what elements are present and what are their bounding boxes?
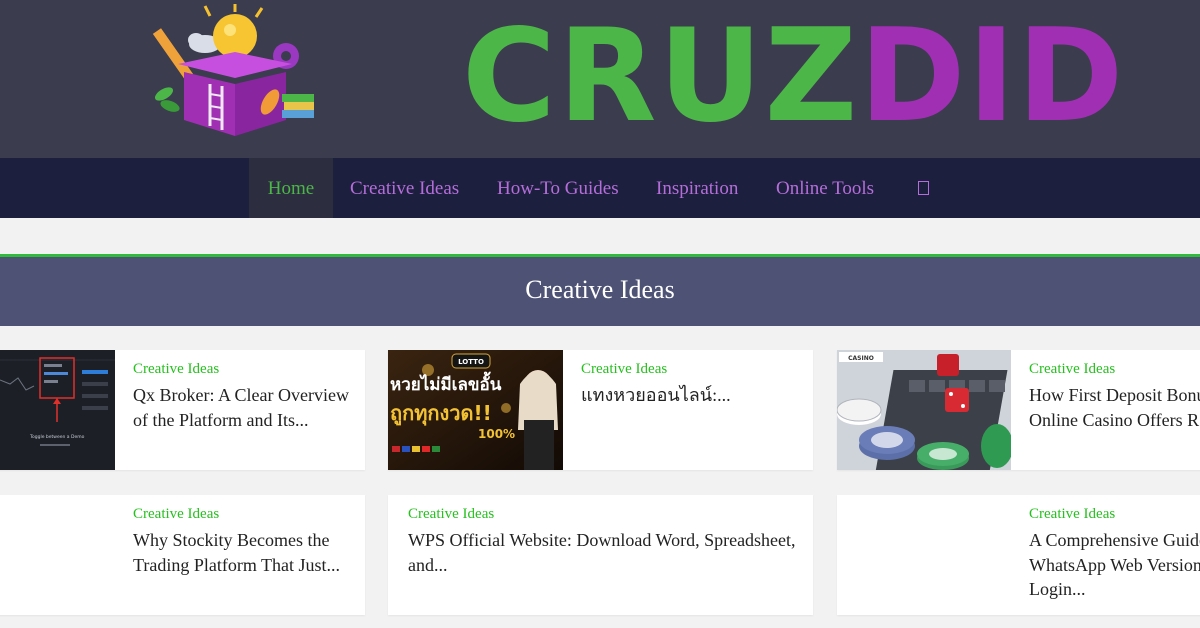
post-title[interactable]: แทงหวยออนไลน์:...	[581, 383, 806, 408]
trading-chart-image: Toggle between a Demo	[0, 350, 115, 470]
post-title[interactable]: Qx Broker: A Clear Overview of the Platf…	[133, 383, 358, 432]
nav-item-online-tools[interactable]: Online Tools	[776, 158, 874, 218]
logo-text-part-a: CRUZ	[462, 2, 860, 151]
post-card[interactable]: Creative Ideas A Comprehensive Guide to …	[837, 495, 1200, 615]
post-category[interactable]: Creative Ideas	[133, 506, 219, 523]
site-logo[interactable]: CRUZDID	[150, 0, 1123, 158]
post-title[interactable]: Why Stockity Becomes the Trading Platfor…	[133, 528, 358, 577]
search-icon[interactable]	[910, 158, 936, 218]
lottery-banner-image: LOTTO หวยไม่มีเลขอั้น ถูกทุกงวด!! 100%	[388, 350, 563, 470]
thumb-percent: 100%	[478, 427, 515, 441]
post-thumbnail[interactable]	[0, 495, 115, 615]
site-header: CRUZDID	[0, 0, 1200, 158]
casino-chips-image: CASINO	[837, 350, 1011, 470]
post-title[interactable]: A Comprehensive Guide to WhatsApp Web Ve…	[1029, 528, 1200, 602]
logo-wordmark: CRUZDID	[462, 2, 1125, 152]
section-title: Creative Ideas	[525, 275, 675, 304]
nav-item-how-to-guides[interactable]: How-To Guides	[497, 158, 619, 218]
nav-item-inspiration[interactable]: Inspiration	[656, 158, 738, 218]
post-card[interactable]: Creative Ideas WPS Official Website: Dow…	[388, 495, 813, 615]
thumb-headline-2: ถูกทุกงวด!!	[390, 401, 492, 427]
thumb-headline: หวยไม่มีเลขอั้น	[390, 371, 502, 395]
post-card[interactable]: LOTTO หวยไม่มีเลขอั้น ถูกทุกงวด!! 100% C…	[388, 350, 813, 470]
post-title[interactable]: How First Deposit Bonuses in Online Casi…	[1029, 383, 1200, 432]
nav-item-home[interactable]: Home	[249, 158, 333, 218]
logo-text-part-b: DID	[859, 2, 1126, 151]
post-category[interactable]: Creative Ideas	[133, 361, 219, 378]
thumb-brand: CASINO	[848, 355, 874, 362]
post-thumbnail[interactable]: LOTTO หวยไม่มีเลขอั้น ถูกทุกงวด!! 100%	[388, 350, 563, 470]
lightbulb-box-icon	[152, 4, 314, 136]
post-category[interactable]: Creative Ideas	[408, 506, 494, 523]
thumb-brand: LOTTO	[458, 358, 484, 366]
post-category[interactable]: Creative Ideas	[1029, 361, 1115, 378]
thumb-caption: Toggle between a Demo	[29, 434, 85, 440]
post-thumbnail[interactable]	[837, 495, 1011, 615]
post-title[interactable]: WPS Official Website: Download Word, Spr…	[408, 528, 808, 577]
post-thumbnail[interactable]: CASINO	[837, 350, 1011, 470]
post-card[interactable]: Creative Ideas Why Stockity Becomes the …	[0, 495, 365, 615]
post-thumbnail[interactable]: Toggle between a Demo	[0, 350, 115, 470]
nav-item-creative-ideas[interactable]: Creative Ideas	[350, 158, 459, 218]
post-category[interactable]: Creative Ideas	[1029, 506, 1115, 523]
post-card[interactable]: CASINO Creative Ideas How First Deposit …	[837, 350, 1200, 470]
main-navigation: Home Creative Ideas How-To Guides Inspir…	[0, 158, 1200, 218]
post-category[interactable]: Creative Ideas	[581, 361, 667, 378]
post-card[interactable]: Toggle between a Demo Creative Ideas Qx …	[0, 350, 365, 470]
